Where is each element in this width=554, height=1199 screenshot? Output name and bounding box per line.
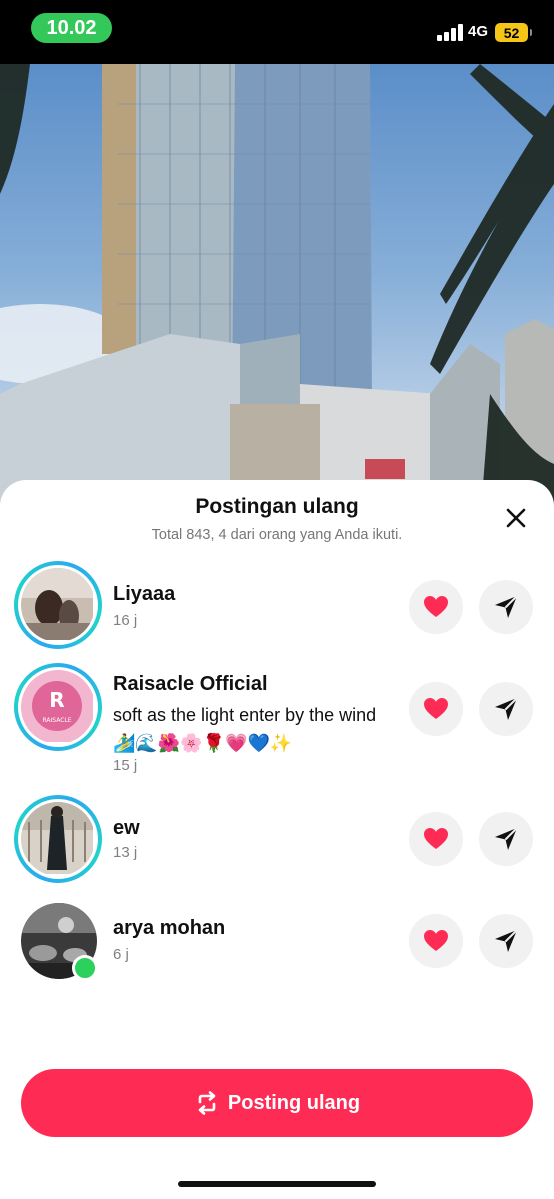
send-icon: [495, 697, 518, 720]
like-button[interactable]: [409, 682, 463, 736]
svg-text:R: R: [49, 688, 64, 712]
repost-time: 15 j: [113, 757, 138, 774]
repost-time: 6 j: [113, 946, 129, 963]
repost-button[interactable]: Posting ulang: [21, 1069, 533, 1137]
list-item: R RAISACLE Raisacle Official soft as the…: [0, 662, 554, 782]
repost-icon: [198, 1091, 216, 1115]
list-item: ew 13 j: [0, 794, 554, 886]
user-name[interactable]: arya mohan: [113, 917, 225, 940]
heart-icon: [424, 596, 448, 617]
sheet-subtitle: Total 843, 4 dari orang yang Anda ikuti.: [151, 527, 403, 543]
battery-level: 52: [503, 24, 520, 41]
city-scene-image: [0, 64, 554, 524]
avatar: [21, 802, 95, 876]
user-name[interactable]: Liyaaa: [113, 583, 175, 606]
avatar: [21, 568, 95, 642]
status-time: 10.02: [31, 13, 112, 43]
network-type: 4G: [468, 23, 489, 40]
send-icon: [495, 827, 518, 850]
background-video[interactable]: [0, 64, 554, 524]
avatar: R RAISACLE: [21, 670, 95, 744]
heart-icon: [424, 930, 448, 951]
send-button[interactable]: [479, 580, 533, 634]
heart-icon: [424, 828, 448, 849]
avatar-story-ring[interactable]: R RAISACLE: [14, 663, 102, 751]
send-button[interactable]: [479, 914, 533, 968]
like-button[interactable]: [409, 914, 463, 968]
send-button[interactable]: [479, 812, 533, 866]
list-item: Liyaaa 16 j: [0, 560, 554, 652]
user-name[interactable]: ew: [113, 817, 140, 840]
avatar-story-ring[interactable]: [14, 795, 102, 883]
like-button[interactable]: [409, 812, 463, 866]
caption-text: soft as the light enter by the wind🏄‍♂️🌊…: [113, 705, 377, 753]
like-button[interactable]: [409, 580, 463, 634]
send-button[interactable]: [479, 682, 533, 736]
repost-time: 13 j: [113, 844, 138, 861]
status-bar: 10.02 4G 52: [0, 0, 554, 64]
avatar-story-ring[interactable]: [14, 561, 102, 649]
online-status-dot: [72, 955, 98, 981]
heart-icon: [424, 698, 448, 719]
list-item: arya mohan 6 j: [0, 900, 554, 990]
signal-icon: [437, 24, 463, 41]
logo-text: RAISACLE: [42, 717, 71, 724]
send-icon: [495, 929, 518, 952]
close-button[interactable]: [500, 502, 532, 534]
repost-time: 16 j: [113, 612, 138, 629]
battery-icon: 52: [495, 23, 532, 42]
close-icon: [506, 508, 526, 528]
user-name[interactable]: Raisacle Official: [113, 673, 268, 696]
sheet-title: Postingan ulang: [195, 495, 359, 518]
repost-button-label: Posting ulang: [227, 1091, 361, 1114]
home-indicator[interactable]: [178, 1181, 376, 1187]
send-icon: [495, 595, 518, 618]
